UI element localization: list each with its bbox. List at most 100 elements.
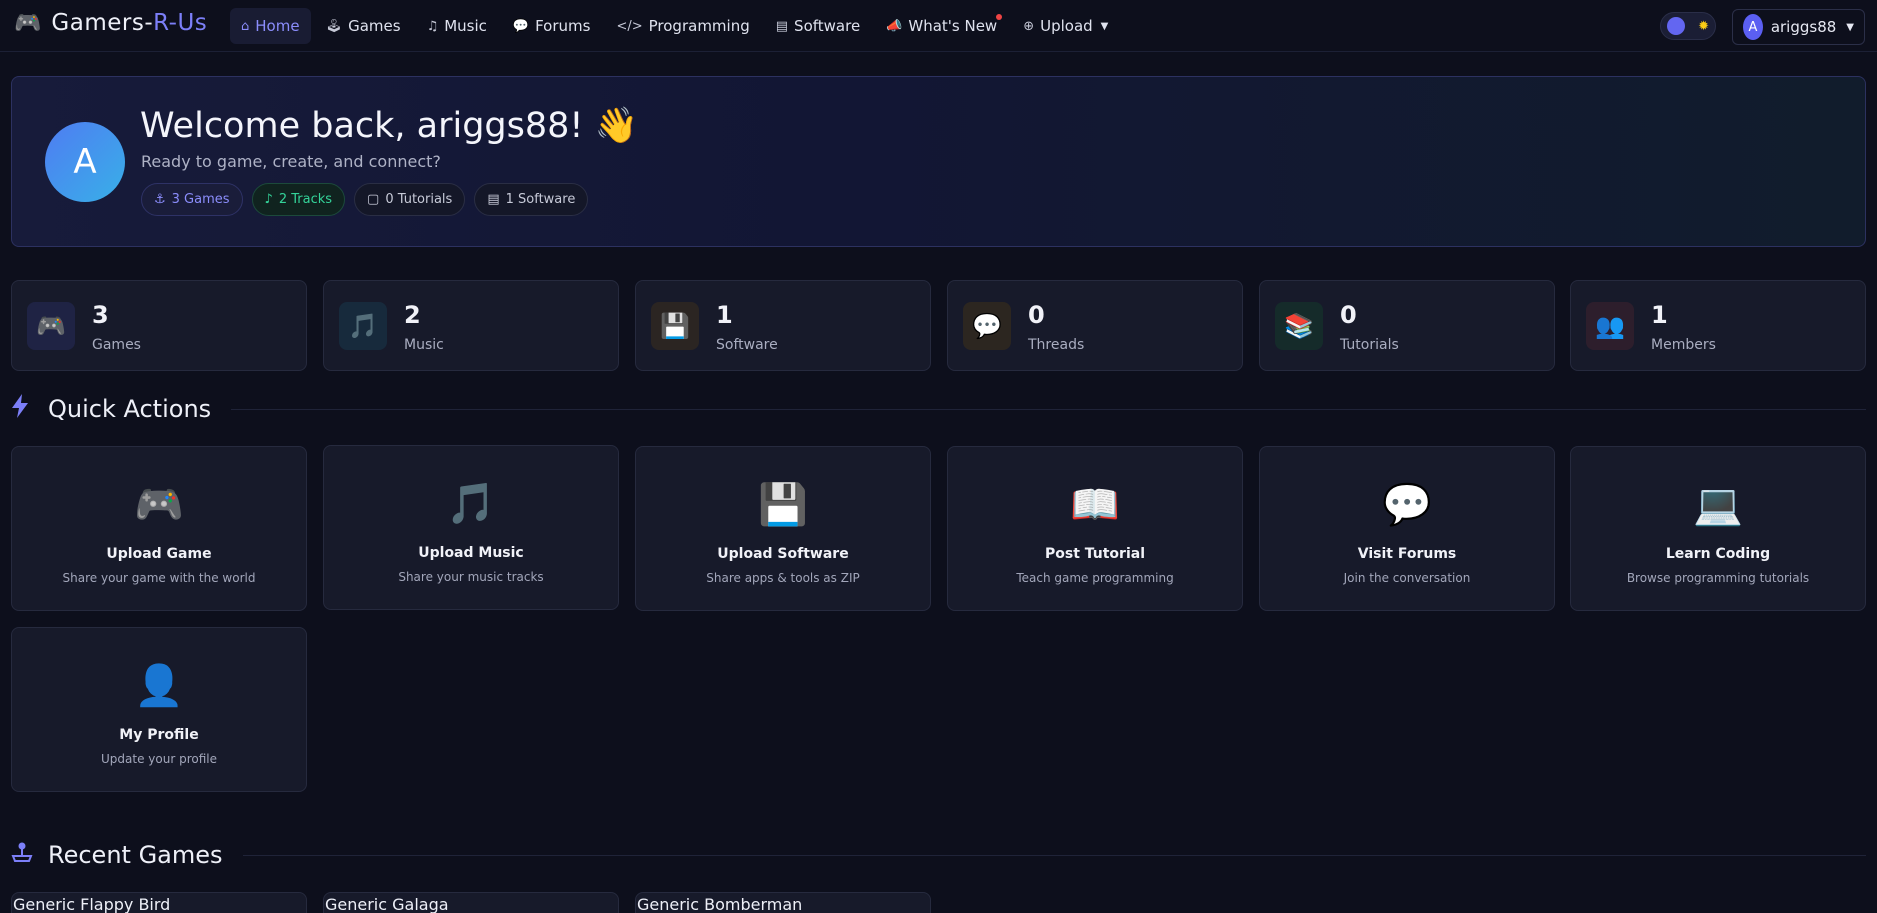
nav-item-games[interactable]: 🕹 Games <box>315 8 412 44</box>
badge-games[interactable]: ⚓ 3 Games <box>141 183 243 216</box>
gamepad-icon: 🎮 <box>14 10 42 36</box>
nav-item-whats-new[interactable]: 📣 What's New <box>875 8 1008 44</box>
theme-toggle[interactable]: ✹ <box>1660 12 1716 40</box>
action-title: Visit Forums <box>1357 546 1457 562</box>
badge-tracks[interactable]: ♪ 2 Tracks <box>251 183 346 216</box>
recent-games-header: Recent Games <box>11 841 1866 869</box>
music-note-icon: ♪ <box>264 192 273 207</box>
action-desc: Share your music tracks <box>398 570 544 584</box>
stat-card-games[interactable]: 🎮 3 Games <box>11 280 307 371</box>
action-upload-music[interactable]: 🎵 Upload Music Share your music tracks <box>323 445 619 610</box>
action-title: Upload Software <box>717 546 849 562</box>
stat-card-tutorials[interactable]: 📚 0 Tutorials <box>1259 280 1555 371</box>
nav-item-home[interactable]: ⌂ Home <box>230 8 311 44</box>
nav-item-label: Music <box>444 17 487 35</box>
stat-label: Games <box>92 337 141 353</box>
action-upload-game[interactable]: 🎮 Upload Game Share your game with the w… <box>11 446 307 611</box>
file-icon: ▤ <box>775 18 789 34</box>
caret-down-icon: ▼ <box>1846 21 1854 33</box>
stat-value: 0 <box>1028 301 1045 329</box>
books-icon: 📚 <box>1275 302 1323 350</box>
action-desc: Share your game with the world <box>62 571 256 585</box>
stat-card-threads[interactable]: 💬 0 Threads <box>947 280 1243 371</box>
nav-item-label: Software <box>794 17 861 35</box>
game-card[interactable]: Generic Galaga <box>323 892 619 913</box>
quick-actions-header: Quick Actions <box>11 394 1866 424</box>
badge-tutorials[interactable]: ▢ 0 Tutorials <box>354 183 466 216</box>
action-my-profile[interactable]: 👤 My Profile Update your profile <box>11 627 307 792</box>
game-card[interactable]: Generic Bomberman <box>635 892 931 913</box>
stat-label: Members <box>1651 337 1716 353</box>
stat-value: 3 <box>92 301 109 329</box>
nav-item-label: Home <box>255 17 300 35</box>
action-desc: Update your profile <box>101 752 217 766</box>
open-book-icon: 📖 <box>1070 482 1120 528</box>
badge-label: 1 Software <box>505 192 576 207</box>
action-upload-software[interactable]: 💾 Upload Software Share apps & tools as … <box>635 446 931 611</box>
action-desc: Teach game programming <box>1016 571 1174 585</box>
lightning-icon <box>11 394 38 424</box>
divider <box>242 854 1866 856</box>
game-title: Generic Flappy Bird <box>13 895 171 913</box>
action-title: Post Tutorial <box>1044 546 1146 562</box>
stat-label: Threads <box>1028 337 1085 353</box>
action-desc: Join the conversation <box>1343 571 1471 585</box>
badge-label: 0 Tutorials <box>385 192 453 207</box>
avatar: A <box>1743 14 1763 40</box>
nav-item-music[interactable]: ♫ Music <box>416 8 498 44</box>
speech-bubble-icon: 💬 <box>1382 482 1432 528</box>
action-desc: Browse programming tutorials <box>1626 571 1810 585</box>
gamepad-icon: 🎮 <box>134 482 184 528</box>
home-icon: ⌂ <box>241 18 250 34</box>
stat-card-software[interactable]: 💾 1 Software <box>635 280 931 371</box>
welcome-subtitle: Ready to game, create, and connect? <box>141 152 441 171</box>
welcome-title: Welcome back, ariggs88! 👋 <box>140 106 639 146</box>
speech-bubble-icon: 💬 <box>963 302 1011 350</box>
user-name: ariggs88 <box>1770 18 1837 36</box>
nav-item-programming[interactable]: </> Programming <box>605 8 760 44</box>
game-card[interactable]: Generic Flappy Bird <box>11 892 307 913</box>
person-icon: 👤 <box>134 663 184 709</box>
stats-badges: ⚓ 3 Games ♪ 2 Tracks ▢ 0 Tutorials ▤ 1 S… <box>141 183 589 216</box>
action-title: Upload Game <box>106 546 212 562</box>
stat-value: 0 <box>1340 301 1357 329</box>
joystick-icon: ⚓ <box>154 192 166 207</box>
stat-card-music[interactable]: 🎵 2 Music <box>323 280 619 371</box>
section-title: Recent Games <box>48 841 223 869</box>
badge-label: 3 Games <box>171 192 230 207</box>
game-title: Generic Bomberman <box>637 895 803 913</box>
nav-item-forums[interactable]: 💬 Forums <box>502 8 602 44</box>
joystick-icon: 🕹 <box>325 18 343 34</box>
chat-icon: 💬 <box>512 18 530 34</box>
game-title: Generic Galaga <box>325 895 449 913</box>
stat-value: 1 <box>1651 301 1668 329</box>
nav-item-label: Programming <box>648 17 750 35</box>
brand-logo[interactable]: 🎮 Gamers-R-Us <box>14 10 207 36</box>
stat-label: Software <box>716 337 778 353</box>
action-desc: Share apps & tools as ZIP <box>706 571 860 585</box>
stat-value: 1 <box>716 301 733 329</box>
action-post-tutorial[interactable]: 📖 Post Tutorial Teach game programming <box>947 446 1243 611</box>
avatar: A <box>45 122 125 202</box>
notification-dot <box>996 14 1003 20</box>
nav-item-label: Forums <box>535 17 591 35</box>
action-learn-coding[interactable]: 💻 Learn Coding Browse programming tutori… <box>1570 446 1866 611</box>
nav-links: ⌂ Home 🕹 Games ♫ Music 💬 Forums </> Prog… <box>230 8 1119 44</box>
divider <box>231 408 1866 410</box>
plus-circle-icon: ⊕ <box>1023 18 1035 34</box>
floppy-disk-icon: 💾 <box>651 302 699 350</box>
sun-icon: ✹ <box>1698 18 1709 34</box>
nav-item-label: Games <box>348 17 401 35</box>
nav-item-upload-dropdown[interactable]: ⊕ Upload ▼ <box>1012 8 1119 44</box>
badge-software[interactable]: ▤ 1 Software <box>474 183 589 216</box>
gamepad-icon: 🎮 <box>27 302 75 350</box>
action-visit-forums[interactable]: 💬 Visit Forums Join the conversation <box>1259 446 1555 611</box>
laptop-icon: 💻 <box>1693 482 1743 528</box>
nav-item-software[interactable]: ▤ Software <box>765 8 871 44</box>
stat-card-members[interactable]: 👥 1 Members <box>1570 280 1866 371</box>
floppy-disk-icon: 💾 <box>758 482 808 528</box>
joystick-icon <box>11 841 38 869</box>
music-notes-icon: 🎵 <box>446 481 496 527</box>
user-menu-button[interactable]: A ariggs88 ▼ <box>1732 9 1865 45</box>
section-title: Quick Actions <box>48 395 212 423</box>
